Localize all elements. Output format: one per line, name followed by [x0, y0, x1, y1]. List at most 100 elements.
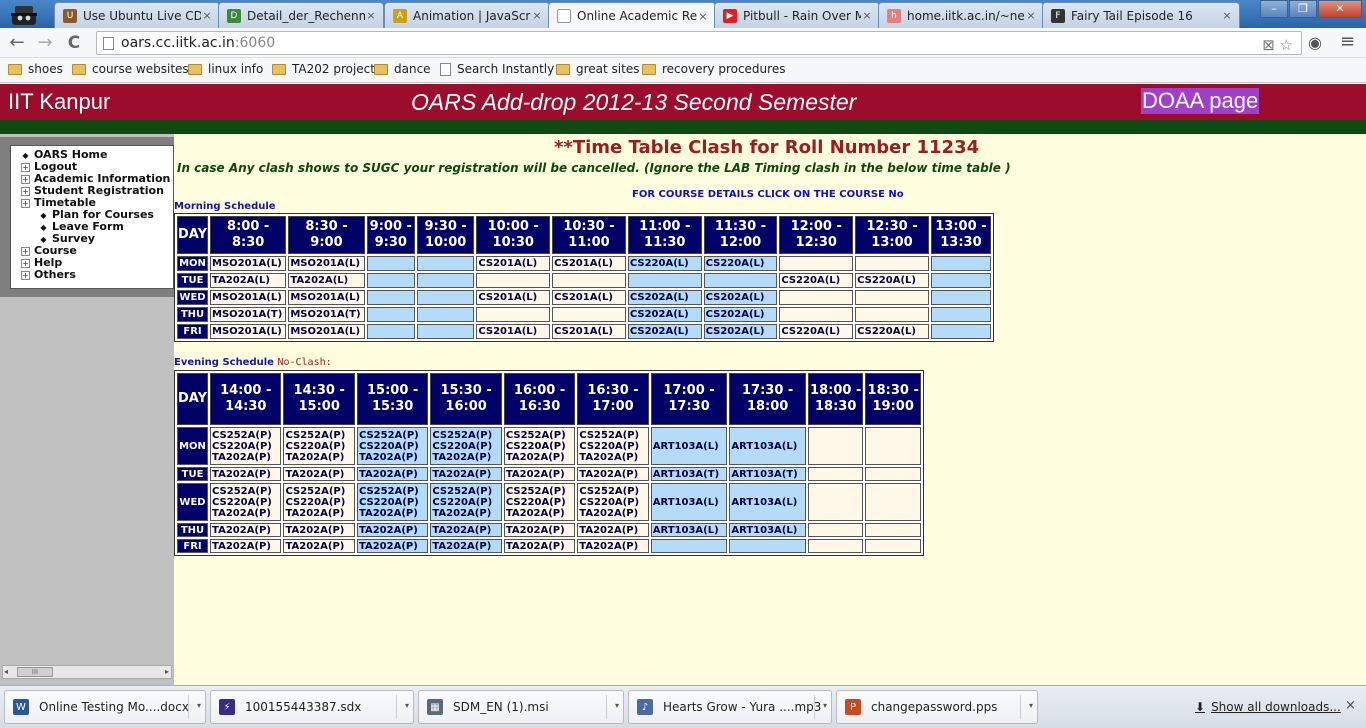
course-link[interactable]: TA202A(P) — [285, 469, 352, 480]
course-link[interactable]: CS220A(P) — [579, 441, 646, 452]
course-link[interactable]: CS201A(L) — [554, 326, 613, 337]
horizontal-scrollbar[interactable]: ◂ III ▸ — [2, 665, 172, 679]
course-link[interactable]: CS202A(L) — [706, 292, 765, 303]
forward-button[interactable]: → — [34, 32, 56, 54]
course-link[interactable]: CS202A(L) — [630, 326, 689, 337]
tab-close-icon[interactable]: × — [1221, 9, 1233, 22]
course-link[interactable]: CS252A(P) — [432, 486, 499, 497]
bookmark-item[interactable]: recovery procedures — [642, 62, 785, 76]
course-link[interactable]: TA202A(P) — [506, 452, 573, 463]
course-link[interactable]: CS202A(L) — [630, 292, 689, 303]
course-link[interactable]: TA202A(P) — [212, 508, 279, 519]
course-link[interactable]: ART103A(T) — [731, 469, 804, 480]
course-link[interactable]: TA202A(P) — [432, 508, 499, 519]
course-link[interactable]: CS252A(P) — [506, 486, 573, 497]
course-link[interactable]: MSO201A(L) — [290, 258, 360, 269]
bookmark-item[interactable]: linux info — [188, 62, 263, 76]
course-link[interactable]: CS220A(P) — [359, 441, 426, 452]
course-link[interactable]: CS220A(L) — [781, 275, 840, 286]
address-bar[interactable]: oars.cc.iitk.ac.in:6060 ⊠ ☆ — [96, 31, 1302, 55]
course-link[interactable]: TA202A(P) — [285, 508, 352, 519]
course-link[interactable]: TA202A(P) — [579, 525, 646, 536]
tab-close-icon[interactable]: × — [861, 9, 873, 22]
tab-close-icon[interactable]: × — [365, 9, 377, 22]
course-link[interactable]: CS252A(P) — [359, 430, 426, 441]
course-link[interactable]: CS201A(L) — [478, 258, 537, 269]
download-item[interactable]: ♪ Hearts Grow - Yura ....mp3 ▾ — [628, 690, 832, 724]
restore-button[interactable]: ❐ — [1289, 0, 1317, 18]
bookmark-item[interactable]: TA202 project — [272, 62, 375, 76]
course-link[interactable]: MSO201A(L) — [290, 292, 360, 303]
browser-tab[interactable]: ▶ Pitbull - Rain Over M × — [714, 2, 880, 28]
scroll-right-icon[interactable]: ▸ — [165, 667, 169, 676]
course-link[interactable]: CS220A(P) — [579, 497, 646, 508]
course-link[interactable]: CS220A(L) — [857, 275, 916, 286]
course-link[interactable]: ART103A(L) — [731, 497, 804, 508]
course-link[interactable]: CS220A(P) — [506, 497, 573, 508]
doaa-page-link[interactable]: DOAA page — [1141, 88, 1260, 114]
course-link[interactable]: CS201A(L) — [554, 258, 613, 269]
bookmark-item[interactable]: Search Instantly — [440, 62, 554, 76]
course-link[interactable]: TA202A(P) — [506, 541, 573, 552]
course-link[interactable]: TA202A(P) — [579, 541, 646, 552]
bookmark-item[interactable]: great sites — [556, 62, 639, 76]
course-link[interactable]: TA202A(P) — [506, 525, 573, 536]
eye-icon[interactable]: ◉ — [1308, 33, 1322, 52]
close-window-button[interactable]: ✕ — [1318, 0, 1362, 18]
browser-tab[interactable]: A Animation | JavaScri × — [384, 2, 550, 28]
course-link[interactable]: CS220A(L) — [630, 258, 689, 269]
course-link[interactable]: CS202A(L) — [630, 309, 689, 320]
course-link[interactable]: TA202A(P) — [359, 541, 426, 552]
course-link[interactable]: TA202A(P) — [432, 469, 499, 480]
course-link[interactable]: CS201A(L) — [478, 292, 537, 303]
course-link[interactable]: CS252A(P) — [212, 430, 279, 441]
tab-close-icon[interactable]: × — [531, 9, 543, 22]
bookmark-item[interactable]: shoes — [8, 62, 63, 76]
download-item[interactable]: Pchangepassword.pps ▾ — [836, 690, 1038, 724]
course-link[interactable]: MSO201A(L) — [212, 258, 282, 269]
course-link[interactable]: ART103A(L) — [731, 441, 804, 452]
browser-tab[interactable]: D Detail_der_Rechenm × — [218, 2, 384, 28]
download-menu-icon[interactable]: ▾ — [823, 701, 827, 710]
course-link[interactable]: TA202A(P) — [359, 525, 426, 536]
course-link[interactable]: CS220A(P) — [432, 497, 499, 508]
course-link[interactable]: ART103A(L) — [731, 525, 804, 536]
course-link[interactable]: TA202A(P) — [579, 469, 646, 480]
course-link[interactable]: TA202A(P) — [432, 541, 499, 552]
course-link[interactable]: CS220A(P) — [432, 441, 499, 452]
course-link[interactable]: MSO201A(L) — [290, 326, 360, 337]
course-link[interactable]: TA202A(P) — [506, 508, 573, 519]
course-link[interactable]: ART103A(L) — [653, 525, 726, 536]
course-link[interactable]: CS202A(L) — [706, 309, 765, 320]
course-link[interactable]: CS252A(P) — [212, 486, 279, 497]
show-all-downloads-link[interactable]: ⬇ Show all downloads... — [1195, 700, 1341, 714]
course-link[interactable]: TA202A(P) — [285, 452, 352, 463]
browser-tab[interactable]: Online Academic Re × — [548, 2, 716, 29]
course-link[interactable]: TA202A(L) — [290, 275, 348, 286]
download-menu-icon[interactable]: ▾ — [1029, 701, 1033, 710]
tab-close-icon[interactable]: × — [201, 9, 213, 22]
tab-close-icon[interactable]: × — [697, 10, 709, 23]
course-link[interactable]: CS202A(L) — [706, 326, 765, 337]
wrench-menu-icon[interactable]: ≡ — [1340, 31, 1355, 52]
course-link[interactable]: TA202A(L) — [212, 275, 270, 286]
download-menu-icon[interactable]: ▾ — [615, 701, 619, 710]
download-menu-icon[interactable]: ▾ — [405, 701, 409, 710]
minimize-button[interactable]: – — [1260, 0, 1288, 18]
course-link[interactable]: MSO201A(L) — [212, 326, 282, 337]
course-link[interactable]: CS252A(P) — [285, 486, 352, 497]
bookmark-item[interactable]: course websites — [72, 62, 189, 76]
course-link[interactable]: TA202A(P) — [506, 469, 573, 480]
course-link[interactable]: TA202A(P) — [285, 541, 352, 552]
course-link[interactable]: TA202A(P) — [359, 469, 426, 480]
scroll-left-icon[interactable]: ◂ — [4, 667, 14, 677]
course-link[interactable]: CS220A(L) — [781, 326, 840, 337]
course-link[interactable]: CS252A(P) — [432, 430, 499, 441]
close-shelf-button[interactable]: × — [1345, 698, 1356, 713]
course-link[interactable]: CS220A(P) — [212, 441, 279, 452]
course-link[interactable]: CS252A(P) — [579, 430, 646, 441]
course-link[interactable]: TA202A(P) — [212, 525, 279, 536]
download-item[interactable]: W Online Testing Mo....docx ▾ — [4, 690, 206, 724]
course-link[interactable]: CS220A(P) — [212, 497, 279, 508]
download-menu-icon[interactable]: ▾ — [197, 701, 201, 710]
